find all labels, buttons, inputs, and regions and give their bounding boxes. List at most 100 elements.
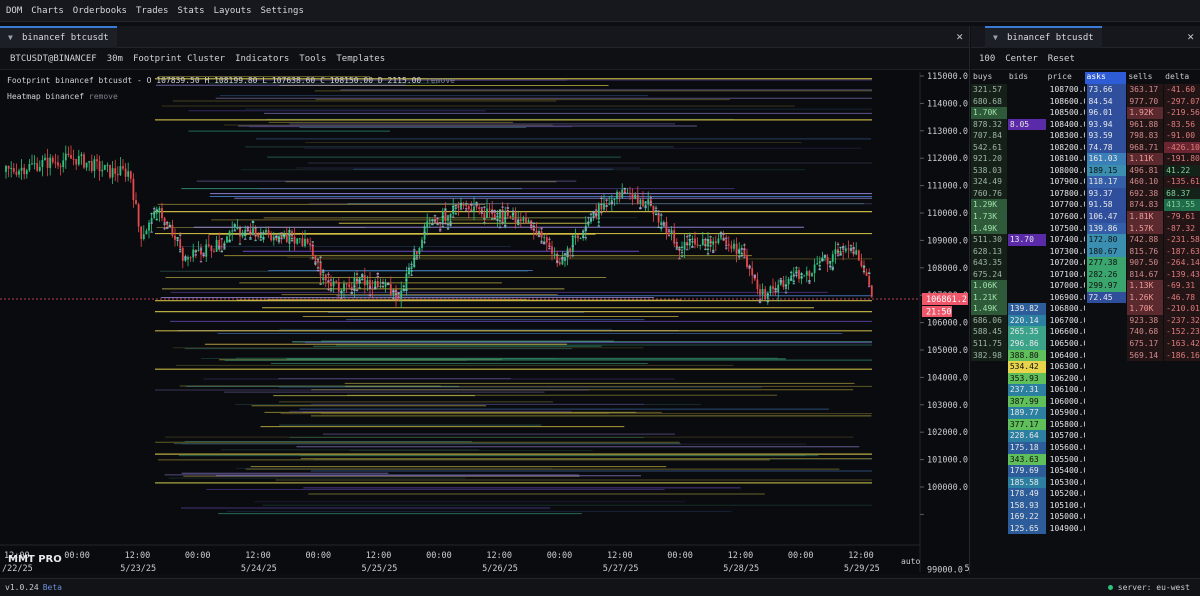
dom-price-cell[interactable]: 105000.0 [1048,511,1085,523]
dom-ladder[interactable]: 321.57 108700.0 73.66 363.17 -41.60 680.68 108… [971,84,1200,535]
dom-sells-cell[interactable] [1127,407,1163,419]
menu-item-stats[interactable]: Stats [177,6,204,16]
dom-row[interactable]: 1.49K 107500.0 139.86 1.57K -87.32 [971,222,1200,235]
chart-tool-templates[interactable]: Templates [336,54,385,64]
dom-delta-cell[interactable] [1164,500,1200,512]
dom-row[interactable]: 534.42 106300.0 [971,361,1200,373]
menu-item-orderbooks[interactable]: Orderbooks [73,6,127,16]
dom-buys-cell[interactable]: 324.49 [971,176,1007,188]
footprint-heatmap-chart[interactable]: 115000.0 114000.0 113000.0 112000.0 111000.0… [0,72,970,574]
dom-asks-cell[interactable] [1087,326,1127,338]
dom-delta-cell[interactable] [1164,373,1200,385]
dom-row[interactable]: 175.18 105600.0 [971,441,1200,454]
dom-asks-cell[interactable]: 106.47 [1086,211,1127,223]
dom-price-cell[interactable]: 106400.0 [1048,350,1085,362]
dom-sells-cell[interactable]: 460.10 [1127,176,1164,188]
dom-price-cell[interactable]: 106200.0 [1048,373,1085,385]
dom-row[interactable]: 353.93 106200.0 [971,372,1200,385]
dom-header-delta[interactable]: delta [1163,72,1200,84]
dom-row[interactable]: 179.69 105400.0 [971,465,1200,477]
dom-asks-cell[interactable] [1087,407,1127,419]
dom-row[interactable]: 387.99 106000.0 [971,395,1200,408]
dom-delta-cell[interactable]: -41.60 [1164,84,1200,96]
dom-asks-cell[interactable] [1087,361,1127,373]
dom-price-cell[interactable]: 105300.0 [1048,477,1085,489]
remove-footprint-link[interactable]: remove [426,76,455,85]
dom-delta-cell[interactable] [1164,384,1200,396]
dom-price-cell[interactable]: 108400.0 [1048,119,1085,131]
dom-asks-cell[interactable]: 161.03 [1086,153,1127,165]
dom-buys-cell[interactable] [971,477,1007,489]
dom-bids-cell[interactable] [1008,176,1046,188]
dom-delta-cell[interactable]: -231.58 [1164,234,1200,246]
dom-asks-cell[interactable]: 93.59 [1086,130,1127,142]
dom-row[interactable]: 178.49 105200.0 [971,488,1200,500]
dom-price-cell[interactable]: 108200.0 [1048,142,1085,154]
dom-price-cell[interactable]: 105900.0 [1048,407,1085,419]
dom-buys-cell[interactable]: 1.73K [971,211,1007,223]
dom-delta-cell[interactable] [1164,454,1200,466]
dom-sells-cell[interactable]: 1.11K [1127,153,1164,165]
dom-asks-cell[interactable] [1087,500,1127,512]
dom-delta-cell[interactable] [1164,430,1200,442]
dom-sells-cell[interactable]: 692.38 [1127,187,1164,200]
dom-buys-cell[interactable]: 878.32 [971,118,1007,131]
dom-row[interactable]: 377.17 105800.0 [971,418,1200,431]
dom-sells-cell[interactable] [1127,523,1163,535]
dom-buys-cell[interactable] [971,407,1007,419]
dom-sells-cell[interactable]: 569.14 [1127,349,1164,362]
dom-price-cell[interactable]: 106100.0 [1048,384,1085,396]
dom-row[interactable]: 228.64 105700.0 [971,430,1200,442]
dom-row[interactable]: 1.06K 107000.0 299.97 1.13K -69.31 [971,280,1200,292]
dom-bids-cell[interactable] [1008,199,1046,211]
dom-bids-cell[interactable]: 179.69 [1007,465,1046,477]
dom-bids-cell[interactable]: 8.05 [1007,118,1046,131]
dom-asks-cell[interactable] [1087,523,1127,535]
dom-buys-cell[interactable]: 588.45 [971,326,1007,339]
dom-price-cell[interactable]: 106900.0 [1048,292,1085,304]
chart-tool-tools[interactable]: Tools [299,54,326,64]
dom-asks-cell[interactable] [1087,511,1127,523]
dom-buys-cell[interactable] [971,442,1007,454]
dom-buys-cell[interactable] [971,361,1007,373]
dom-delta-cell[interactable]: -135.61 [1164,176,1200,188]
dom-price-cell[interactable]: 108600.0 [1048,96,1085,108]
dom-buys-cell[interactable]: 643.35 [971,257,1007,269]
dom-buys-cell[interactable] [971,523,1007,535]
dom-sells-cell[interactable] [1127,477,1163,489]
dom-buys-cell[interactable]: 1.29K [971,199,1007,212]
dom-asks-cell[interactable] [1087,477,1127,489]
dom-asks-cell[interactable]: 93.94 [1086,118,1127,131]
dom-delta-cell[interactable]: 68.37 [1164,187,1200,200]
dom-delta-cell[interactable] [1164,419,1200,431]
dom-asks-cell[interactable] [1087,350,1127,362]
dom-bids-cell[interactable]: 265.35 [1007,326,1046,339]
chart-tool-indicators[interactable]: Indicators [235,54,289,64]
dom-asks-cell[interactable] [1087,430,1127,442]
dom-buys-cell[interactable]: 511.30 [971,234,1007,246]
dom-asks-cell[interactable] [1087,303,1127,315]
dom-bids-cell[interactable]: 388.80 [1007,349,1046,362]
dom-delta-cell[interactable] [1164,465,1200,477]
dom-row[interactable]: 158.93 105100.0 [971,499,1200,512]
dom-sells-cell[interactable] [1127,361,1163,373]
dom-row[interactable]: 680.68 108600.0 84.54 977.70 -297.07 [971,95,1200,108]
dom-buys-cell[interactable]: 321.57 [971,84,1007,96]
dom-buys-cell[interactable] [971,488,1007,500]
dom-price-cell[interactable]: 105400.0 [1048,465,1085,477]
menu-item-layouts[interactable]: Layouts [214,6,252,16]
dom-price-cell[interactable]: 108100.0 [1048,153,1085,165]
dom-header-bids[interactable]: bids [1007,72,1046,84]
dom-delta-cell[interactable] [1164,361,1200,373]
dom-price-cell[interactable]: 107700.0 [1048,199,1085,211]
dom-sells-cell[interactable]: 1.92K [1127,107,1164,119]
dom-sells-cell[interactable] [1127,454,1163,466]
dom-buys-cell[interactable]: 760.76 [971,187,1007,200]
dom-delta-cell[interactable] [1164,477,1200,489]
dom-buys-cell[interactable]: 1.70K [971,107,1007,119]
dom-row[interactable]: 1.70K 108500.0 96.01 1.92K -219.56 [971,107,1200,119]
dom-delta-cell[interactable] [1164,396,1200,408]
dom-delta-cell[interactable]: -264.14 [1164,257,1200,269]
dom-row[interactable]: 324.49 107900.0 118.17 460.10 -135.61 [971,176,1200,188]
dom-delta-cell[interactable] [1164,488,1200,500]
